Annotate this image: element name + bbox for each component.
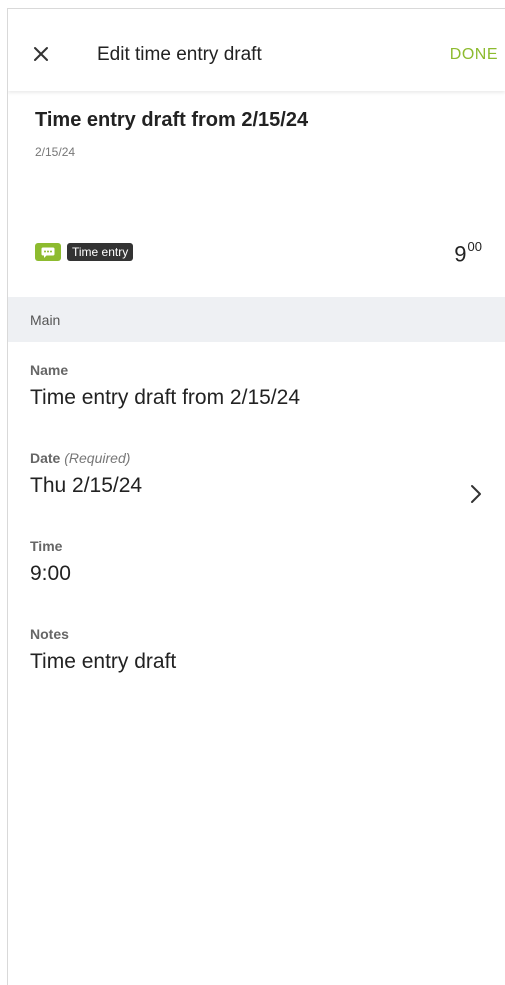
notes-field[interactable]: Notes Time entry draft xyxy=(30,626,485,674)
entry-type-badge: Time entry xyxy=(67,243,134,261)
date-label-text: Date xyxy=(30,450,61,466)
date-label: Date (Required) xyxy=(30,450,485,466)
section-title: Main xyxy=(30,312,61,328)
time-label: Time xyxy=(30,538,63,554)
name-label: Name xyxy=(30,362,69,378)
close-icon xyxy=(34,47,48,61)
page-title: Edit time entry draft xyxy=(97,44,262,65)
notes-value[interactable]: Time entry draft xyxy=(30,650,485,674)
time-field[interactable]: Time 9:00 xyxy=(30,538,485,586)
app-bar: Edit time entry draft DONE xyxy=(8,9,505,91)
comment-icon xyxy=(35,243,61,261)
edit-screen: Edit time entry draft DONE Time entry dr… xyxy=(7,8,505,985)
done-button[interactable]: DONE xyxy=(450,46,498,64)
duration-hours: 9 xyxy=(454,241,467,267)
duration-minutes: 00 xyxy=(467,239,482,254)
entry-duration: 900 xyxy=(454,239,482,267)
close-button[interactable] xyxy=(26,39,56,69)
required-hint: (Required) xyxy=(64,450,131,466)
section-header-main: Main xyxy=(8,297,505,342)
name-value[interactable]: Time entry draft from 2/15/24 xyxy=(30,386,485,410)
chevron-right-icon[interactable] xyxy=(467,482,485,506)
entry-date: 2/15/24 xyxy=(35,145,76,159)
entry-type: Time entry xyxy=(35,242,134,262)
notes-label: Notes xyxy=(30,626,69,642)
entry-title: Time entry draft from 2/15/24 xyxy=(35,109,309,131)
date-value[interactable]: Thu 2/15/24 xyxy=(30,474,485,498)
date-field[interactable]: Date (Required) Thu 2/15/24 xyxy=(30,450,485,503)
name-field[interactable]: Name Time entry draft from 2/15/24 xyxy=(30,362,485,410)
time-value[interactable]: 9:00 xyxy=(30,562,485,586)
